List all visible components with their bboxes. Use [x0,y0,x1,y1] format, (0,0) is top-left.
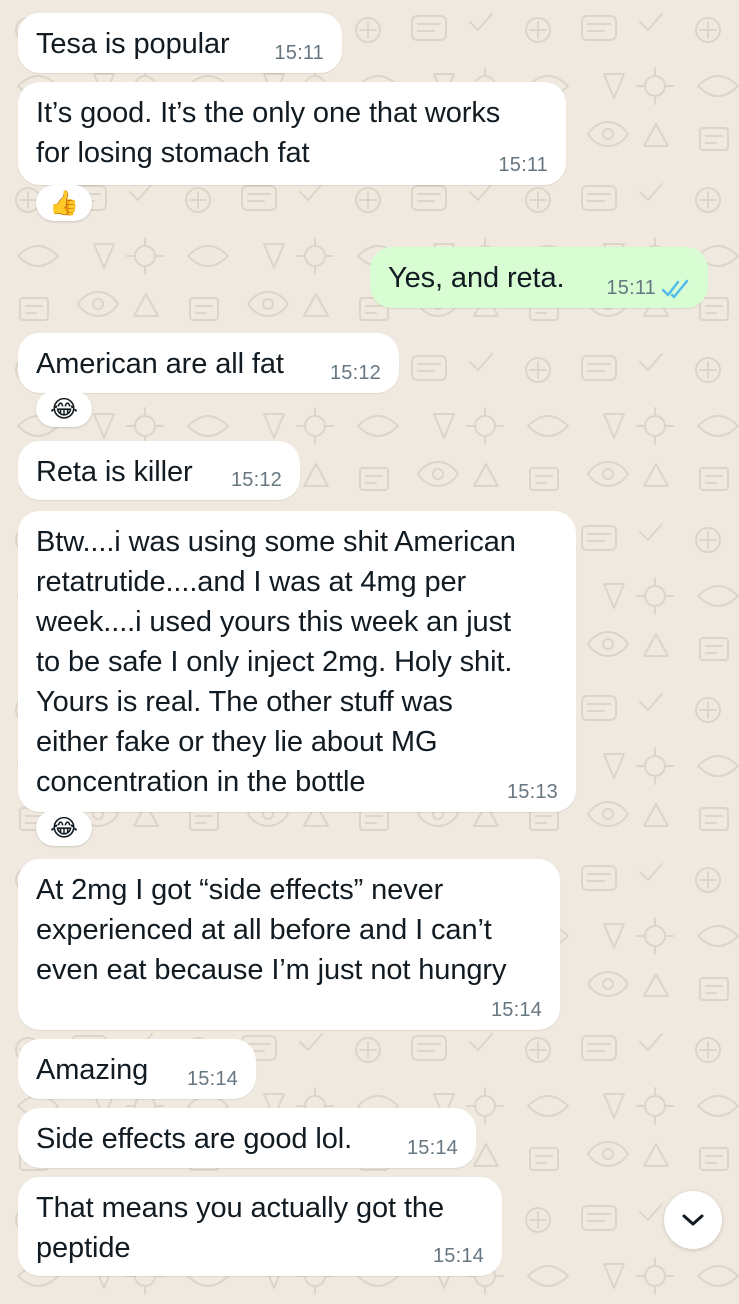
message-text: That means you actually got the peptide [36,1192,444,1264]
message-bubble[interactable]: Btw....i was using some shit American re… [18,511,576,812]
tears-of-joy-icon: 😂 [49,814,79,842]
message-time: 15:12 [230,469,282,491]
message-time: 15:11 [606,277,656,299]
message-bubble[interactable]: Tesa is popular 15:11 [18,13,342,73]
message-bubble[interactable]: Reta is killer 15:12 [18,441,300,500]
message-bubble[interactable]: Amazing 15:14 [18,1039,256,1099]
message-time: 15:12 [329,362,381,384]
message-time: 15:14 [490,999,542,1021]
scroll-to-bottom-button[interactable] [664,1191,722,1249]
outgoing-message-bubble[interactable]: Yes, and reta. 15:11 [370,247,708,308]
chevron-down-icon [682,1214,704,1226]
message-reaction[interactable]: 😂 [36,391,92,427]
message-reaction[interactable]: 👍 [36,185,92,221]
message-bubble[interactable]: Side effects are good lol. 15:14 [18,1108,476,1168]
message-time: 15:11 [498,154,548,176]
message-list[interactable]: Tesa is popular 15:11 It’s good. It’s th… [0,0,739,1304]
message-time: 15:11 [274,42,324,64]
message-time: 15:14 [406,1137,458,1159]
message-bubble[interactable]: That means you actually got the peptide … [18,1177,502,1276]
message-time: 15:14 [186,1068,238,1090]
message-text: At 2mg I got “side effects” never experi… [36,874,507,986]
double-check-icon [662,279,689,299]
tears-of-joy-icon: 😂 [49,395,79,423]
message-text: Btw....i was using some shit American re… [36,526,516,798]
message-text: Side effects are good lol. [36,1123,353,1155]
message-reaction[interactable]: 😂 [36,810,92,846]
message-bubble[interactable]: It’s good. It’s the only one that works … [18,82,566,185]
message-time: 15:14 [432,1245,484,1267]
message-bubble[interactable]: American are all fat 15:12 [18,333,399,393]
message-text: It’s good. It’s the only one that works … [36,97,501,169]
message-bubble[interactable]: At 2mg I got “side effects” never experi… [18,859,560,1030]
thumbs-up-icon: 👍 [49,189,79,217]
message-time: 15:13 [506,781,558,803]
